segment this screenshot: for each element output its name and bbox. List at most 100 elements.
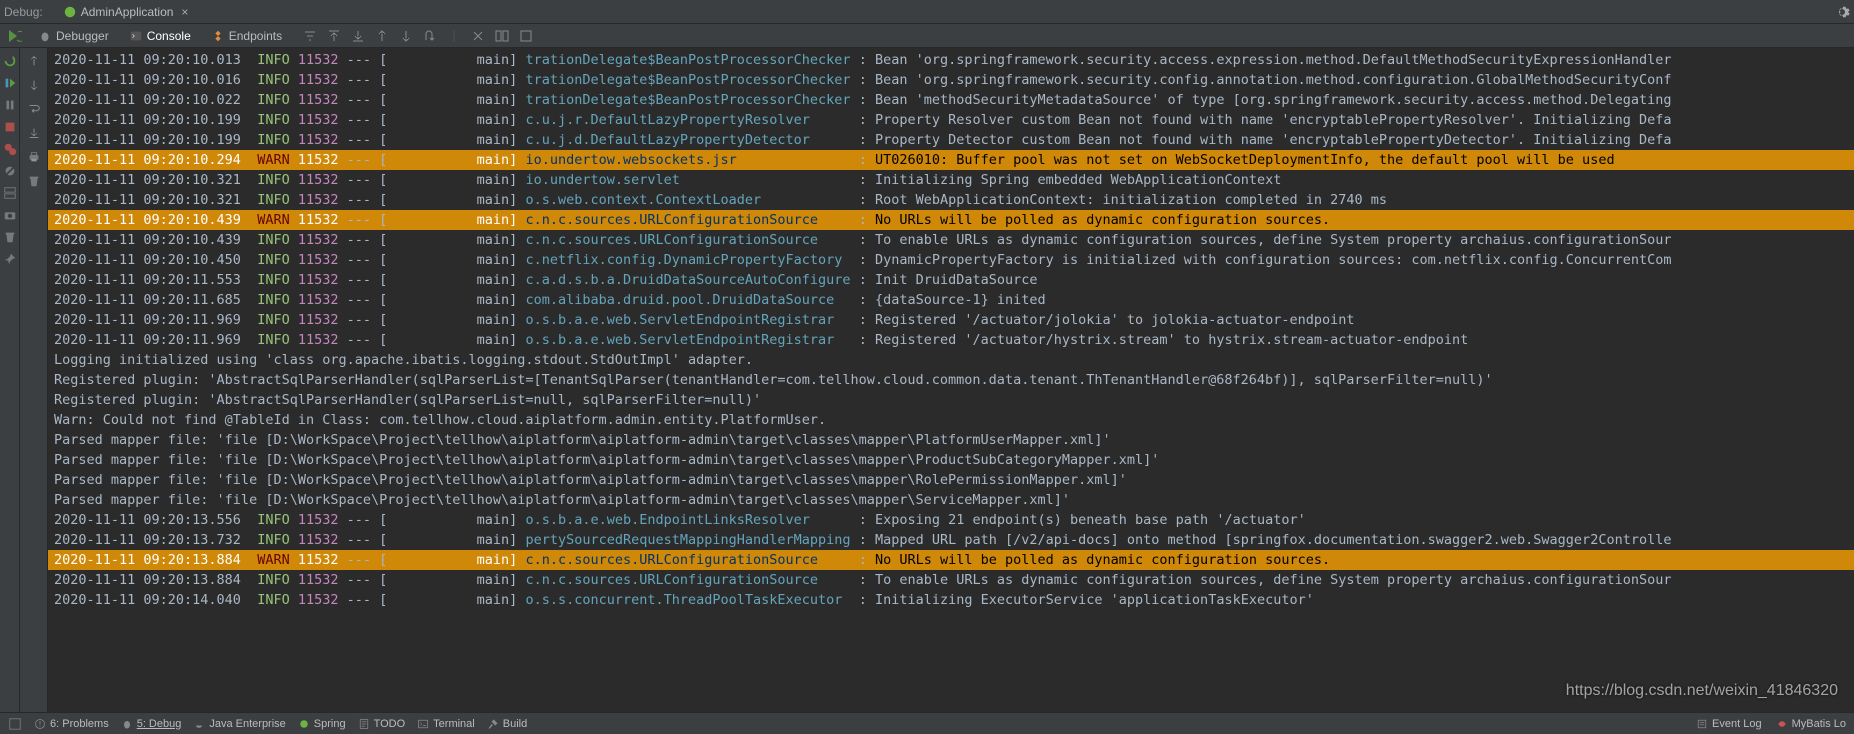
log-sep: --- [ bbox=[339, 592, 477, 608]
restart-icon[interactable] bbox=[3, 54, 17, 68]
log-sep: --- [ bbox=[339, 112, 477, 128]
rerun-icon[interactable] bbox=[6, 28, 22, 44]
x-icon[interactable] bbox=[470, 28, 486, 44]
clear-icon[interactable] bbox=[27, 174, 41, 188]
log-sep: --- [ bbox=[339, 72, 477, 88]
log-timestamp: 2020-11-11 09:20:14.040 bbox=[54, 592, 241, 608]
log-message: Initializing ExecutorService 'applicatio… bbox=[875, 592, 1314, 608]
separator-icon bbox=[446, 28, 462, 44]
run-config-tab[interactable]: AdminApplication × bbox=[55, 5, 197, 19]
log-logger: com.alibaba.druid.pool.DruidDataSource bbox=[525, 292, 850, 308]
log-pid: 11532 bbox=[298, 512, 339, 528]
pin-icon[interactable] bbox=[3, 252, 17, 266]
log-timestamp: 2020-11-11 09:20:13.556 bbox=[54, 512, 241, 528]
log-timestamp: 2020-11-11 09:20:10.022 bbox=[54, 92, 241, 108]
log-level: INFO bbox=[257, 532, 290, 548]
columns-icon[interactable] bbox=[494, 28, 510, 44]
print-icon[interactable] bbox=[27, 150, 41, 164]
camera-icon[interactable] bbox=[3, 208, 17, 222]
log-timestamp: 2020-11-11 09:20:10.013 bbox=[54, 52, 241, 68]
java-icon bbox=[193, 718, 205, 730]
log-thread: main] bbox=[477, 552, 526, 568]
tab-debugger[interactable]: Debugger bbox=[28, 24, 119, 47]
log-sep: --- [ bbox=[339, 152, 477, 168]
log-logger: c.n.c.sources.URLConfigurationSource bbox=[525, 232, 850, 248]
arrow-down-icon[interactable] bbox=[398, 28, 414, 44]
status-terminal[interactable]: Terminal bbox=[417, 718, 475, 730]
status-toggle-icon[interactable] bbox=[8, 717, 22, 731]
log-message: Root WebApplicationContext: initializati… bbox=[875, 192, 1387, 208]
status-spring[interactable]: Spring bbox=[298, 718, 346, 730]
arrow-up-icon[interactable] bbox=[374, 28, 390, 44]
breakpoints-icon[interactable] bbox=[3, 142, 17, 156]
status-terminal-label: Terminal bbox=[433, 718, 475, 730]
softwrap-icon[interactable] bbox=[27, 102, 41, 116]
scroll-up-bar-icon[interactable] bbox=[326, 28, 342, 44]
top-bar: Debug: AdminApplication × bbox=[0, 0, 1854, 24]
debug-tabs: Debugger Console Endpoints bbox=[0, 24, 1854, 48]
status-debug-label: 5: Debug bbox=[137, 718, 182, 730]
status-problems[interactable]: 6: Problems bbox=[34, 718, 109, 730]
log-logger: io.undertow.servlet bbox=[525, 172, 850, 188]
log-pid: 11532 bbox=[298, 52, 339, 68]
resume-icon[interactable] bbox=[3, 76, 17, 90]
log-level: INFO bbox=[257, 232, 290, 248]
log-line: 2020-11-11 09:20:10.199 INFO 11532 --- [… bbox=[48, 130, 1854, 150]
status-event-log-label: Event Log bbox=[1712, 718, 1762, 730]
close-tab-icon[interactable]: × bbox=[181, 5, 188, 19]
log-message: Init DruidDataSource bbox=[875, 272, 1038, 288]
tab-endpoints[interactable]: Endpoints bbox=[201, 24, 292, 47]
console-icon bbox=[129, 29, 143, 43]
square-icon[interactable] bbox=[518, 28, 534, 44]
log-colon: : bbox=[851, 72, 875, 88]
console-output[interactable]: 2020-11-11 09:20:10.013 INFO 11532 --- [… bbox=[48, 48, 1854, 712]
log-pid: 11532 bbox=[298, 172, 339, 188]
log-colon: : bbox=[851, 252, 875, 268]
status-debug[interactable]: 5: Debug bbox=[121, 718, 182, 730]
scroll-end-icon[interactable] bbox=[27, 126, 41, 140]
log-pid: 11532 bbox=[298, 192, 339, 208]
log-message: DynamicPropertyFactory is initialized wi… bbox=[875, 252, 1672, 268]
log-text: Registered plugin: 'AbstractSqlParserHan… bbox=[54, 392, 761, 408]
log-colon: : bbox=[851, 552, 875, 568]
mute-breakpoints-icon[interactable] bbox=[3, 164, 17, 178]
log-thread: main] bbox=[477, 212, 526, 228]
log-timestamp: 2020-11-11 09:20:13.884 bbox=[54, 552, 241, 568]
log-thread: main] bbox=[477, 252, 526, 268]
scroll-down-bar-icon[interactable] bbox=[350, 28, 366, 44]
log-timestamp: 2020-11-11 09:20:11.685 bbox=[54, 292, 241, 308]
log-logger: o.s.b.a.e.web.ServletEndpointRegistrar bbox=[525, 332, 850, 348]
log-colon: : bbox=[851, 132, 875, 148]
log-sep: --- [ bbox=[339, 232, 477, 248]
scroll-down-icon[interactable] bbox=[27, 78, 41, 92]
filter-icon[interactable] bbox=[302, 28, 318, 44]
problems-icon bbox=[34, 718, 46, 730]
log-pid: 11532 bbox=[298, 72, 339, 88]
trash-icon[interactable] bbox=[3, 230, 17, 244]
layout-icon[interactable] bbox=[3, 186, 17, 200]
log-line: 2020-11-11 09:20:10.450 INFO 11532 --- [… bbox=[48, 250, 1854, 270]
log-sep: --- [ bbox=[339, 312, 477, 328]
scroll-up-icon[interactable] bbox=[27, 54, 41, 68]
log-message: Registered '/actuator/hystrix.stream' to… bbox=[875, 332, 1468, 348]
status-build[interactable]: Build bbox=[487, 718, 527, 730]
log-line: 2020-11-11 09:20:10.294 WARN 11532 --- [… bbox=[48, 150, 1854, 170]
status-event-log[interactable]: Event Log bbox=[1696, 718, 1762, 730]
log-level: INFO bbox=[257, 252, 290, 268]
arrow-curve-icon[interactable] bbox=[422, 28, 438, 44]
stop-icon[interactable] bbox=[3, 120, 17, 134]
log-thread: main] bbox=[477, 532, 526, 548]
log-level: INFO bbox=[257, 192, 290, 208]
log-logger: trationDelegate$BeanPostProcessorChecker bbox=[525, 72, 850, 88]
status-todo[interactable]: TODO bbox=[358, 718, 406, 730]
gear-icon[interactable] bbox=[1834, 4, 1850, 20]
log-thread: main] bbox=[477, 512, 526, 528]
log-sep: --- [ bbox=[339, 552, 477, 568]
log-message: Bean 'methodSecurityMetadataSource' of t… bbox=[875, 92, 1672, 108]
todo-icon bbox=[358, 718, 370, 730]
event-log-icon bbox=[1696, 718, 1708, 730]
status-java-enterprise[interactable]: Java Enterprise bbox=[193, 718, 285, 730]
status-mybatis[interactable]: MyBatis Lo bbox=[1776, 718, 1846, 730]
pause-icon[interactable] bbox=[3, 98, 17, 112]
tab-console[interactable]: Console bbox=[119, 24, 201, 47]
